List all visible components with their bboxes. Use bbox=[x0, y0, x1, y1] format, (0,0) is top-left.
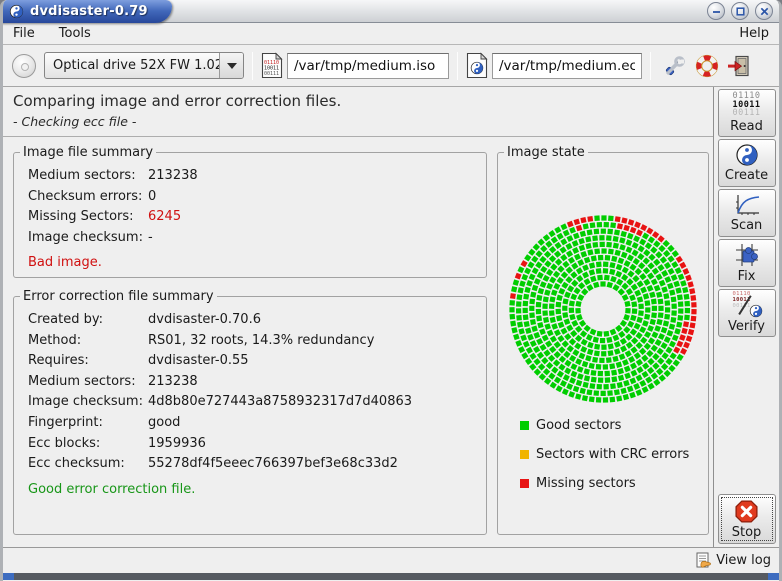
summary-row: Requires: dvdisaster-0.55 bbox=[28, 351, 486, 372]
disc-canvas bbox=[508, 214, 698, 404]
drive-selector-arrow[interactable] bbox=[219, 53, 243, 78]
disc-visualization bbox=[508, 214, 698, 404]
optical-disc-icon bbox=[12, 54, 36, 78]
preferences-button[interactable] bbox=[661, 52, 689, 80]
scan-button[interactable]: Scan bbox=[718, 189, 776, 237]
summary-row: Method: RS01, 32 roots, 14.3% redundancy bbox=[28, 331, 486, 352]
crc-errors-swatch bbox=[520, 450, 529, 459]
drive-selector[interactable]: Optical drive 52X FW 1.02 bbox=[44, 52, 244, 79]
summary-row: Medium sectors: 213238 bbox=[28, 372, 486, 393]
status-block: Comparing image and error correction fil… bbox=[3, 87, 713, 137]
puzzle-piece-icon bbox=[734, 242, 760, 268]
window-title: dvdisaster-0.79 bbox=[30, 4, 148, 19]
verify-button[interactable]: 01110 10011 00111 Verify bbox=[718, 289, 776, 337]
maximize-button[interactable] bbox=[731, 2, 749, 20]
menu-tools[interactable]: Tools bbox=[59, 26, 91, 41]
image-file-summary-panel: Image file summary Medium sectors: 21323… bbox=[13, 145, 487, 278]
chevron-down-icon bbox=[227, 63, 237, 69]
toolbar: Optical drive 52X FW 1.02 01110 10011 00… bbox=[3, 45, 779, 87]
app-icon bbox=[9, 4, 24, 19]
summary-row: Missing Sectors: 6245 bbox=[28, 207, 486, 228]
close-button[interactable] bbox=[755, 2, 773, 20]
view-log-button[interactable]: View log bbox=[716, 553, 771, 568]
ecc-verdict: Good error correction file. bbox=[28, 482, 486, 497]
tools-icon bbox=[662, 54, 688, 78]
image-state-title: Image state bbox=[504, 145, 588, 160]
yin-yang-icon bbox=[735, 143, 759, 167]
summary-row: Medium sectors: 213238 bbox=[28, 166, 486, 187]
legend-item: Missing sectors bbox=[520, 476, 689, 491]
menubar: File Tools Help bbox=[3, 23, 779, 45]
stop-button[interactable]: Stop bbox=[718, 494, 776, 544]
ecc-file-summary-panel: Error correction file summary Created by… bbox=[13, 289, 487, 535]
summary-row: Image checksum: 4d8b80e727443a8758932317… bbox=[28, 392, 486, 413]
toolbar-separator bbox=[457, 52, 458, 80]
menu-file[interactable]: File bbox=[13, 26, 35, 41]
window-bottom-edge bbox=[3, 573, 779, 580]
disc-legend: Good sectors Sectors with CRC errors Mis… bbox=[520, 418, 689, 505]
image-state-panel: Image state Good sectors Sectors with CR… bbox=[497, 145, 709, 535]
lifebuoy-icon bbox=[694, 54, 720, 78]
fix-button[interactable]: Fix bbox=[718, 239, 776, 287]
image-summary-title: Image file summary bbox=[20, 145, 156, 160]
statusbar: View log bbox=[3, 547, 779, 573]
create-button[interactable]: Create bbox=[718, 139, 776, 187]
drive-selector-value: Optical drive 52X FW 1.02 bbox=[45, 58, 219, 73]
ecc-file-input[interactable] bbox=[492, 53, 642, 79]
titlebar-tab: dvdisaster-0.79 bbox=[0, 0, 172, 23]
view-log-icon bbox=[695, 552, 712, 569]
exit-door-icon bbox=[727, 54, 751, 78]
legend-item: Good sectors bbox=[520, 418, 689, 433]
toolbar-separator bbox=[650, 52, 651, 80]
legend-item: Sectors with CRC errors bbox=[520, 447, 689, 462]
toolbar-separator bbox=[252, 52, 253, 80]
titlebar: dvdisaster-0.79 bbox=[3, 0, 779, 23]
quit-button[interactable] bbox=[725, 52, 753, 80]
read-button[interactable]: 01110 10011 00111 Read bbox=[718, 89, 776, 137]
menu-help[interactable]: Help bbox=[739, 26, 769, 41]
help-button[interactable] bbox=[693, 52, 721, 80]
missing-sectors-swatch bbox=[520, 479, 529, 488]
svg-text:00111: 00111 bbox=[264, 71, 279, 77]
scan-curve-icon bbox=[733, 193, 761, 217]
image-file-input[interactable] bbox=[287, 53, 449, 79]
image-file-icon: 01110 10011 00111 bbox=[261, 52, 283, 79]
ecc-summary-title: Error correction file summary bbox=[20, 289, 217, 304]
summary-row: Ecc checksum: 55278df4f5eeec766397bef3e6… bbox=[28, 454, 486, 475]
good-sectors-swatch bbox=[520, 421, 529, 430]
verify-compare-icon: 01110 10011 00111 bbox=[731, 292, 763, 318]
stop-sign-icon bbox=[734, 499, 759, 524]
ecc-file-icon bbox=[466, 52, 488, 79]
summary-row: Checksum errors: 0 bbox=[28, 187, 486, 208]
summary-row: Fingerprint: good bbox=[28, 413, 486, 434]
app-window: dvdisaster-0.79 File Tools Help Optical … bbox=[0, 0, 782, 581]
summary-row: Created by: dvdisaster-0.70.6 bbox=[28, 310, 486, 331]
main-content: Comparing image and error correction fil… bbox=[3, 87, 714, 547]
summary-row: Image checksum: - bbox=[28, 228, 486, 249]
action-sidebar: 01110 10011 00111 Read Create bbox=[714, 87, 779, 547]
image-verdict: Bad image. bbox=[28, 255, 486, 270]
status-headline: Comparing image and error correction fil… bbox=[13, 92, 703, 110]
minimize-button[interactable] bbox=[707, 2, 725, 20]
binary-read-icon: 01110 10011 00111 bbox=[732, 92, 760, 118]
summary-row: Ecc blocks: 1959936 bbox=[28, 434, 486, 455]
status-subline: - Checking ecc file - bbox=[13, 114, 703, 129]
